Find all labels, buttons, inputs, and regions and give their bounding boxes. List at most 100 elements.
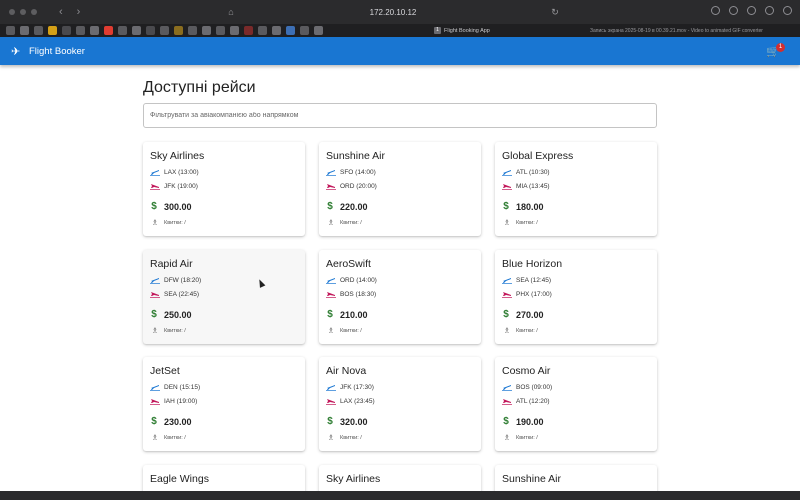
flight-card[interactable]: Sunshine Air (495, 465, 657, 491)
share-icon[interactable] (765, 6, 774, 15)
history-icon[interactable] (747, 6, 756, 15)
arrival-icon (326, 182, 336, 190)
tickets-text: Квитки: / (516, 327, 538, 334)
filter-field[interactable] (143, 103, 657, 128)
departure-row: BOS (09:00) (502, 383, 552, 391)
tab-number: 1 (434, 27, 441, 34)
seat-icon: ♗ (151, 218, 159, 227)
favorite-icon[interactable] (118, 26, 127, 35)
tickets-text: Квитки: / (340, 327, 362, 334)
tickets-row: ♗ Квитки: / (326, 218, 361, 227)
departure-row: JFK (17:30) (326, 383, 374, 391)
flight-card[interactable]: Sky Airlines LAX (13:00) JFK (19:00) $300.0… (143, 142, 305, 236)
tickets-text: Квитки: / (516, 434, 538, 441)
dollar-icon: $ (503, 309, 509, 320)
favorite-icon[interactable] (202, 26, 211, 35)
favorite-icon[interactable] (286, 26, 295, 35)
tickets-row: ♗ Квитки: / (502, 433, 538, 442)
price-row: $180.00 (502, 201, 544, 212)
airline-name: Air Nova (326, 365, 367, 377)
address-bar[interactable]: ⌂ 172.20.10.12 ↻ (222, 5, 564, 19)
price-value: 210.00 (340, 309, 368, 320)
app-title: Flight Booker (29, 45, 85, 57)
favorite-icon[interactable] (314, 26, 323, 35)
arrival-icon (326, 290, 336, 298)
favorite-icon[interactable] (90, 26, 99, 35)
favorite-icon[interactable] (272, 26, 281, 35)
price-value: 180.00 (516, 201, 544, 212)
arrival-row: JFK (19:00) (150, 182, 198, 190)
flight-card[interactable]: Eagle Wings (143, 465, 305, 491)
tickets-row: ♗ Квитки: / (326, 326, 362, 335)
bookmark-icon[interactable] (729, 6, 738, 15)
favorite-icon[interactable] (34, 26, 43, 35)
tabs-icon[interactable] (783, 6, 792, 15)
back-icon[interactable]: ‹ (59, 6, 63, 18)
favorite-icon[interactable] (174, 26, 183, 35)
address-text[interactable]: 172.20.10.12 (240, 8, 546, 17)
flight-card[interactable]: Rapid Air DFW (18:20) SEA (22:45) $250.00 ♗ К… (143, 250, 305, 344)
airline-name: Sky Airlines (150, 150, 205, 162)
forward-icon[interactable]: › (77, 6, 81, 18)
favorite-icon[interactable] (216, 26, 225, 35)
filter-input[interactable] (150, 112, 656, 119)
window-controls[interactable] (9, 9, 37, 15)
dollar-icon: $ (503, 201, 509, 212)
flight-icon: ✈ (11, 45, 21, 58)
flight-card[interactable]: Blue Horizon SEA (12:45) PHX (17:00) $270.0… (495, 250, 657, 344)
airline-name: Sunshine Air (326, 150, 385, 162)
arrival-row: LAX (23:45) (326, 397, 375, 405)
airline-name: Sky Airlines (326, 473, 381, 485)
tab-flight-booking[interactable]: 1 Flight Booking App (434, 25, 504, 36)
tickets-text: Квитки: / (340, 434, 362, 441)
favorite-icon[interactable] (104, 26, 113, 35)
departure-text: ORD (14:00) (340, 276, 377, 284)
favorite-icon[interactable] (48, 26, 57, 35)
favorite-icon[interactable] (146, 26, 155, 35)
airline-name: Eagle Wings (150, 473, 209, 485)
arrival-icon (150, 397, 160, 405)
arrival-row: ORD (20:00) (326, 182, 377, 190)
flight-card[interactable]: Air Nova JFK (17:30) LAX (23:45) $320.00 ♗ Кв… (319, 357, 481, 451)
reload-icon[interactable]: ↻ (546, 7, 564, 18)
favorite-icon[interactable] (62, 26, 71, 35)
favorite-icon[interactable] (300, 26, 309, 35)
flight-card[interactable]: Sunshine Air SFO (14:00) ORD (20:00) $220.0… (319, 142, 481, 236)
tab-bar: 1 Flight Booking App Запись экрана 2025-… (0, 24, 800, 37)
favorite-icon[interactable] (20, 26, 29, 35)
departure-icon (502, 168, 512, 176)
arrival-text: PHX (17:00) (516, 290, 552, 298)
flight-card[interactable]: AeroSwift ORD (14:00) BOS (18:30) $210.00 ♗ К… (319, 250, 481, 344)
favorite-icon[interactable] (258, 26, 267, 35)
price-value: 190.00 (516, 416, 544, 427)
flight-card[interactable]: Cosmo Air BOS (09:00) ATL (12:20) $190.00 ♗ К… (495, 357, 657, 451)
favorite-icon[interactable] (6, 26, 15, 35)
dollar-icon: $ (503, 416, 509, 427)
download-icon[interactable] (711, 6, 720, 15)
favorite-icon[interactable] (244, 26, 253, 35)
dollar-icon: $ (327, 201, 333, 212)
flight-card[interactable]: Global Express ATL (10:30) MIA (13:45) $180… (495, 142, 657, 236)
departure-row: ATL (10:30) (502, 168, 550, 176)
flight-card[interactable]: JetSet DEN (15:15) IAH (19:00) $230.00 ♗ Квит… (143, 357, 305, 451)
flight-card[interactable]: Sky Airlines (319, 465, 481, 491)
tickets-text: Квитки: / (164, 219, 186, 226)
favorite-icon[interactable] (160, 26, 169, 35)
price-value: 300.00 (164, 201, 192, 212)
tickets-row: ♗ Квитки: / (150, 218, 186, 227)
tickets-row: ♗ Квитки: / (150, 326, 185, 335)
airline-name: AeroSwift (326, 258, 371, 270)
arrival-text: IAH (19:00) (164, 397, 198, 405)
home-icon[interactable]: ⌂ (222, 7, 240, 17)
favorite-icon[interactable] (132, 26, 141, 35)
departure-icon (502, 383, 512, 391)
tab-title: Запись экрана 2025-08-19 в 00.39.21.mov … (590, 27, 763, 34)
arrival-icon (150, 182, 160, 190)
tab-gif-converter[interactable]: Запись экрана 2025-08-19 в 00.39.21.mov … (590, 25, 795, 36)
favorite-icon[interactable] (76, 26, 85, 35)
favorite-icon[interactable] (188, 26, 197, 35)
departure-row: SFO (14:00) (326, 168, 376, 176)
price-value: 230.00 (164, 416, 192, 427)
seat-icon: ♗ (503, 326, 511, 335)
favorite-icon[interactable] (230, 26, 239, 35)
